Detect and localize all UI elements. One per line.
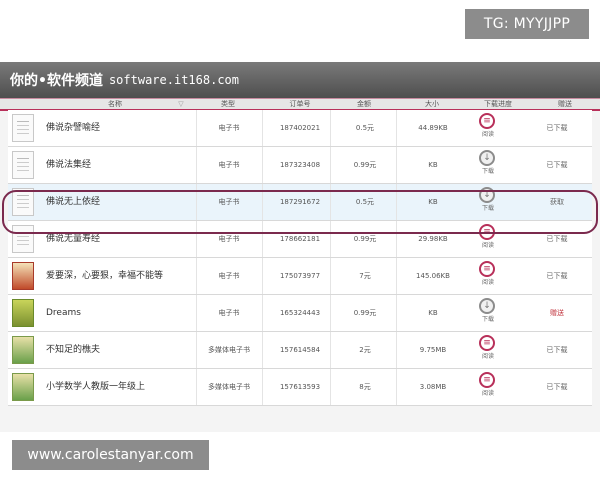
progress-label: 下载 xyxy=(481,316,494,323)
progress-label: 阅读 xyxy=(481,242,494,249)
download-icon[interactable]: ↓ xyxy=(479,298,495,314)
book-icon[interactable]: ≡ xyxy=(479,335,495,351)
cell-order-no: 187323408 xyxy=(262,147,337,183)
filter-arrow-icon[interactable]: ▽ xyxy=(176,99,186,109)
table-row[interactable]: 佛说杂譬喻经 电子书 187402021 0.5元 44.89KB ≡ 阅读 已下载 xyxy=(8,110,592,147)
progress-label: 阅读 xyxy=(481,131,494,138)
table-row[interactable]: 不知足的樵夫 多媒体电子书 157614584 2元 9.75MB ≡ 阅读 已下载 xyxy=(8,332,592,369)
col-header-amount[interactable]: 金额 xyxy=(330,99,398,109)
col-header-name[interactable]: 名称 xyxy=(40,99,190,109)
status-text: 已下载 xyxy=(546,124,568,132)
cell-order-no: 187402021 xyxy=(262,110,337,146)
cell-type: 电子书 xyxy=(196,110,261,146)
progress-label: 阅读 xyxy=(481,353,494,360)
progress-action[interactable]: ↓ 下载 xyxy=(468,150,508,182)
cell-size: 9.75MB xyxy=(396,332,469,368)
book-icon[interactable]: ≡ xyxy=(479,113,495,129)
progress-label: 阅读 xyxy=(481,279,494,286)
channel-banner: 你的•软件频道 software.it168.com xyxy=(0,62,600,98)
status-text: 已下载 xyxy=(546,346,568,354)
cell-order-no: 157613593 xyxy=(262,369,337,405)
book-title[interactable]: 小学数学人教版一年级上 xyxy=(46,369,145,405)
cell-type: 多媒体电子书 xyxy=(196,332,261,368)
cell-amount: 0.99元 xyxy=(330,295,399,331)
site-watermark: www.carolestanyar.com xyxy=(12,440,209,470)
book-title[interactable]: 佛说法集经 xyxy=(46,147,91,183)
book-cover-thumbnail[interactable] xyxy=(12,299,34,327)
banner-title: 你的•软件频道 xyxy=(10,73,103,89)
cell-size: KB xyxy=(396,147,469,183)
cell-type: 电子书 xyxy=(196,147,261,183)
cell-type: 电子书 xyxy=(196,258,261,294)
download-panel: 你的•软件频道 software.it168.com 名称 ▽ 类型 订单号 金… xyxy=(0,62,600,432)
cell-amount: 2元 xyxy=(330,332,399,368)
donate-link[interactable]: 赠送 xyxy=(530,295,584,331)
progress-label: 阅读 xyxy=(481,390,494,397)
book-title[interactable]: 不知足的樵夫 xyxy=(46,332,100,368)
cell-order-no: 175073977 xyxy=(262,258,337,294)
cell-size: 44.89KB xyxy=(396,110,469,146)
book-icon[interactable]: ≡ xyxy=(479,261,495,277)
status-text: 已下载 xyxy=(546,272,568,280)
book-icon[interactable]: ≡ xyxy=(479,372,495,388)
cell-type: 电子书 xyxy=(196,295,261,331)
cell-size: 3.08MB xyxy=(396,369,469,405)
progress-action[interactable]: ≡ 阅读 xyxy=(468,335,508,367)
download-icon[interactable]: ↓ xyxy=(479,150,495,166)
table-row[interactable]: 小学数学人教版一年级上 多媒体电子书 157613593 8元 3.08MB ≡ 阅读 已下载 xyxy=(8,369,592,406)
book-cover-thumbnail[interactable] xyxy=(12,373,34,401)
progress-action[interactable]: ≡ 阅读 xyxy=(468,261,508,293)
table-row[interactable]: 爱要深，心要狠，幸福不能等 电子书 175073977 7元 145.06KB ≡ 阅读 已下… xyxy=(8,258,592,295)
book-title[interactable]: Dreams xyxy=(46,295,81,331)
col-header-order[interactable]: 订单号 xyxy=(262,99,338,109)
cell-size: 145.06KB xyxy=(396,258,469,294)
col-header-size[interactable]: 大小 xyxy=(396,99,468,109)
book-cover-thumbnail[interactable] xyxy=(12,262,34,290)
progress-action[interactable]: ↓ 下载 xyxy=(468,298,508,330)
col-header-type[interactable]: 类型 xyxy=(196,99,260,109)
status-text: 已下载 xyxy=(546,383,568,391)
book-cover-thumbnail[interactable] xyxy=(12,114,34,142)
cell-amount: 0.99元 xyxy=(330,147,399,183)
cell-type: 多媒体电子书 xyxy=(196,369,261,405)
cell-order-no: 165324443 xyxy=(262,295,337,331)
cell-size: KB xyxy=(396,295,469,331)
table-row[interactable]: 佛说法集经 电子书 187323408 0.99元 KB ↓ 下载 已下载 xyxy=(8,147,592,184)
cell-order-no: 157614584 xyxy=(262,332,337,368)
book-title[interactable]: 爱要深，心要狠，幸福不能等 xyxy=(46,258,163,294)
cell-amount: 0.5元 xyxy=(330,110,399,146)
banner-site: software.it168.com xyxy=(108,73,239,87)
progress-label: 下载 xyxy=(481,168,494,175)
col-header-action[interactable]: 赠送 xyxy=(534,99,596,109)
cell-amount: 8元 xyxy=(330,369,399,405)
col-header-progress[interactable]: 下载进度 xyxy=(466,99,530,109)
cell-amount: 7元 xyxy=(330,258,399,294)
book-cover-thumbnail[interactable] xyxy=(12,151,34,179)
progress-action[interactable]: ≡ 阅读 xyxy=(468,372,508,404)
table-row[interactable]: Dreams 电子书 165324443 0.99元 KB ↓ 下载 赠送 xyxy=(8,295,592,332)
status-text: 已下载 xyxy=(546,161,568,169)
book-title[interactable]: 佛说杂譬喻经 xyxy=(46,110,100,146)
progress-action[interactable]: ≡ 阅读 xyxy=(468,113,508,145)
book-cover-thumbnail[interactable] xyxy=(12,336,34,364)
highlight-ring xyxy=(2,190,598,234)
tg-badge: TG: MYYJJPP xyxy=(465,9,589,39)
